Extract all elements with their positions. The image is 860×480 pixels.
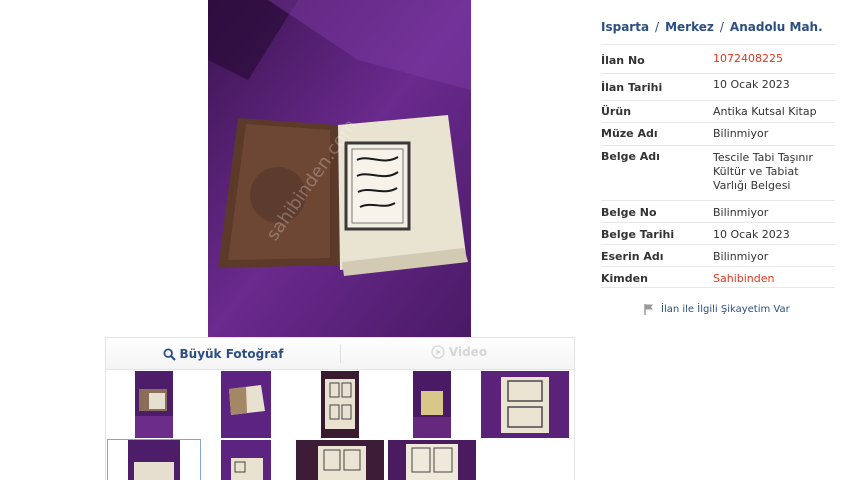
breadcrumb-neighborhood[interactable]: Anadolu Mah. <box>730 20 823 34</box>
thumbnail-7[interactable] <box>221 440 271 480</box>
photo-tabs: Büyük Fotoğraf Video <box>105 337 575 369</box>
listing-page: 1072408225 <box>0 0 860 480</box>
detail-label: Belge Adı <box>601 150 660 163</box>
breadcrumb: Isparta / Merkez / Anadolu Mah. <box>601 20 823 34</box>
detail-label: Kimden <box>601 272 648 285</box>
magnifier-icon <box>162 347 176 361</box>
detail-row-product: Ürün Antika Kutsal Kitap <box>601 100 835 122</box>
detail-row-document-date: Belge Tarihi 10 Ocak 2023 <box>601 222 835 244</box>
detail-value: Antika Kutsal Kitap <box>713 105 817 118</box>
detail-label: Ürün <box>601 105 632 118</box>
detail-row-document-no: Belge No Bilinmiyor <box>601 200 835 222</box>
play-circle-icon <box>431 345 445 359</box>
thumbnail-6[interactable] <box>107 439 201 480</box>
detail-label: Eserin Adı <box>601 250 664 263</box>
detail-row-date: İlan Tarihi 10 Ocak 2023 <box>601 73 835 100</box>
detail-label: Müze Adı <box>601 127 658 140</box>
listing-details: İlan No 1072408225 İlan Tarihi 10 Ocak 2… <box>601 44 835 288</box>
listing-id-fragment: 1072408225 <box>112 0 176 3</box>
thumbnail-8[interactable] <box>296 440 384 480</box>
breadcrumb-separator: / <box>655 20 660 34</box>
flag-icon <box>644 304 654 315</box>
complaint-link[interactable]: İlan ile İlgili Şikayetim Var <box>644 304 790 315</box>
detail-label: İlan Tarihi <box>601 81 663 94</box>
detail-row-artwork-name: Eserin Adı Bilinmiyor <box>601 244 835 266</box>
thumbnail-strip <box>105 369 575 480</box>
detail-value: 10 Ocak 2023 <box>713 228 790 241</box>
tab-big-photo-label: Büyük Fotoğraf <box>179 347 284 361</box>
thumbnail-3[interactable] <box>321 371 359 438</box>
detail-value: Bilinmiyor <box>713 127 769 140</box>
thumbnail-4[interactable] <box>413 371 451 438</box>
detail-row-document-name: Belge Adı Tescile Tabi Taşınır Kültür ve… <box>601 145 835 200</box>
detail-value: Bilinmiyor <box>713 250 769 263</box>
breadcrumb-district[interactable]: Merkez <box>665 20 714 34</box>
breadcrumb-city[interactable]: Isparta <box>601 20 649 34</box>
tab-big-photo[interactable]: Büyük Fotoğraf <box>106 338 340 370</box>
tab-video[interactable]: Video <box>342 338 576 366</box>
main-photo[interactable]: sahibinden.com <box>208 0 471 337</box>
tab-video-label: Video <box>448 345 488 359</box>
detail-label: Belge No <box>601 206 657 219</box>
breadcrumb-separator: / <box>719 20 724 34</box>
thumbnail-1[interactable] <box>135 371 173 438</box>
detail-row-listing-no: İlan No 1072408225 <box>601 44 835 73</box>
detail-row-museum: Müze Adı Bilinmiyor <box>601 122 835 145</box>
detail-value: Tescile Tabi Taşınır Kültür ve Tabiat Va… <box>713 151 813 192</box>
detail-value: 10 Ocak 2023 <box>713 78 790 91</box>
thumbnail-9[interactable] <box>388 440 476 480</box>
complaint-label: İlan ile İlgili Şikayetim Var <box>661 304 790 315</box>
detail-value[interactable]: Sahibinden <box>713 272 833 286</box>
detail-value: 1072408225 <box>713 52 783 65</box>
detail-value: Bilinmiyor <box>713 206 769 219</box>
detail-label: Belge Tarihi <box>601 228 675 241</box>
thumbnail-5[interactable] <box>481 371 569 438</box>
tab-divider <box>340 345 341 363</box>
detail-row-from: Kimden Sahibinden <box>601 266 835 288</box>
thumbnail-2[interactable] <box>221 371 271 438</box>
detail-label: İlan No <box>601 54 645 67</box>
